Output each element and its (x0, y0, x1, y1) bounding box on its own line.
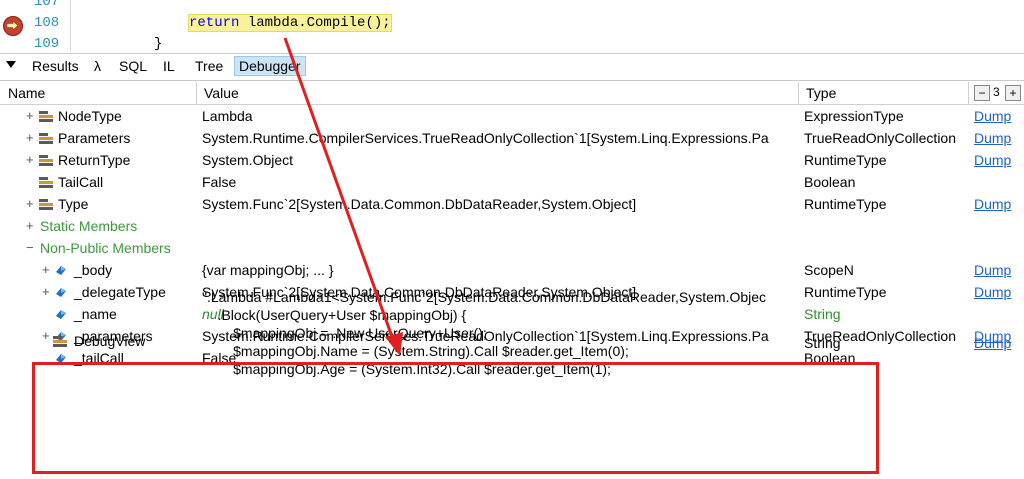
annotation-arrow (283, 37, 403, 356)
